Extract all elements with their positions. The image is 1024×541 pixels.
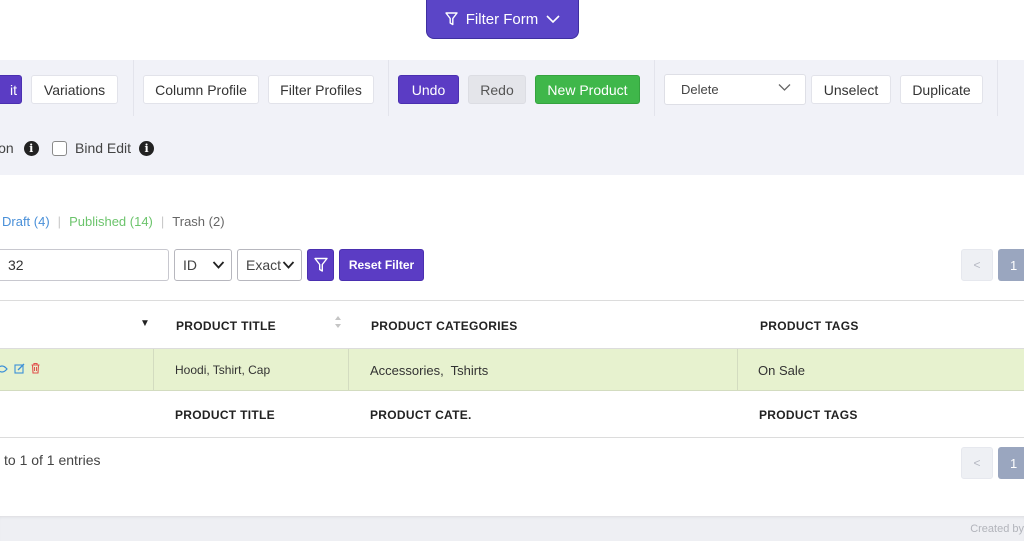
bulk-action-select[interactable]: Delete [664,74,806,105]
pagination-prev-button[interactable]: < [961,447,993,479]
variations-button-label: Variations [43,81,106,98]
cell-divider [737,349,738,391]
sort-icon[interactable] [334,315,342,329]
toolbar-divider [654,60,655,116]
toolbar-divider [133,60,134,116]
pagination-prev-button[interactable]: < [961,249,993,281]
apply-filter-button[interactable] [307,249,334,281]
header-product-title[interactable]: PRODUCT TITLE [176,319,276,333]
view-icon[interactable] [0,364,8,374]
toolbar: it Variations Column Profile Filter Prof… [0,60,1024,175]
filter-icon [313,257,328,272]
variations-button[interactable]: Variations [31,75,118,104]
pagination-page-1[interactable]: 1 [998,249,1024,281]
chevron-down-icon [282,261,295,269]
pagination-page-1[interactable]: 1 [998,447,1024,479]
status-link-trash[interactable]: Trash (2) [172,214,224,229]
status-separator: | [160,213,165,229]
option-partial: ion i [0,138,39,158]
page-footer: Created by [0,516,1024,541]
chevron-down-icon [546,14,560,23]
created-by-text: Created by [970,523,1024,535]
footer-product-tags: PRODUCT TAGS [759,408,858,422]
pagination-page-label: 1 [1010,455,1018,471]
filter-profiles-label: Filter Profiles [280,81,362,98]
status-link-published[interactable]: Published (14) [69,214,153,229]
header-product-categories[interactable]: PRODUCT CATEGORIES [371,319,518,333]
search-input[interactable] [0,249,169,281]
cell-product-categories[interactable]: Accessories, Tshirts [370,363,488,378]
bind-edit-label: Bind Edit [75,140,132,156]
redo-label: Redo [480,81,514,98]
bind-edit-checkbox[interactable] [52,140,67,156]
status-filter-links: Draft (4) | Published (14) | Trash (2) [0,212,225,230]
bulk-action-selected-value: Delete [681,82,719,97]
table-footer-row: PRODUCT TITLE PRODUCT CATE. PRODUCT TAGS [0,391,1024,438]
filter-field-value: ID [183,257,197,273]
cell-product-tags[interactable]: On Sale [758,363,805,378]
undo-label: Undo [411,81,446,98]
undo-button[interactable]: Undo [398,75,459,104]
unselect-label: Unselect [823,81,879,98]
filter-icon [445,12,458,26]
column-menu-icon[interactable]: ▼ [140,318,150,329]
cell-product-title[interactable]: Hoodi, Tshirt, Cap [175,363,270,377]
redo-button[interactable]: Redo [468,75,526,104]
top-strip: Filter Form [0,0,1024,60]
reset-filter-label: Reset Filter [348,258,415,272]
chevron-down-icon [778,84,791,91]
filter-match-value: Exact [246,257,282,273]
option-partial-label: ion [0,140,14,156]
pagination-prev-label: < [973,456,981,470]
info-icon[interactable]: i [139,140,155,156]
filter-field-select[interactable]: ID [174,249,232,281]
edit-button-label: it [10,81,17,98]
reset-filter-button[interactable]: Reset Filter [339,249,424,281]
filter-profiles-button[interactable]: Filter Profiles [268,75,374,104]
table-header-row: ▼ PRODUCT TITLE PRODUCT CATEGORIES PRODU… [0,300,1024,349]
cell-divider [348,349,349,391]
footer-product-title: PRODUCT TITLE [175,408,275,422]
pagination-prev-label: < [973,258,981,272]
duplicate-button[interactable]: Duplicate [900,75,983,104]
column-profile-button[interactable]: Column Profile [143,75,259,104]
entries-info: to 1 of 1 entries [4,452,101,468]
pagination-page-label: 1 [1010,257,1018,273]
unselect-button[interactable]: Unselect [811,75,891,104]
toolbar-divider [997,60,998,116]
cell-divider [153,349,154,391]
edit-button[interactable]: it [0,75,22,104]
status-separator: | [57,213,62,229]
column-profile-label: Column Profile [155,81,247,98]
duplicate-label: Duplicate [912,81,971,98]
new-product-button[interactable]: New Product [535,75,640,104]
chevron-down-icon [212,261,225,269]
status-link-draft[interactable]: Draft (4) [2,214,50,229]
toolbar-divider [388,60,389,116]
header-product-tags[interactable]: PRODUCT TAGS [760,319,859,333]
new-product-label: New Product [547,81,628,98]
table-row[interactable]: Hoodi, Tshirt, Cap Accessories, Tshirts … [0,349,1024,391]
bind-edit-option: Bind Edit i [52,138,155,158]
filter-match-select[interactable]: Exact [237,249,302,281]
footer-product-categories: PRODUCT CATE. [370,408,472,422]
info-icon[interactable]: i [23,140,39,156]
edit-icon[interactable] [14,363,25,374]
filter-form-label: Filter Form [465,10,539,28]
trash-icon[interactable] [30,362,41,374]
filter-form-toggle-button[interactable]: Filter Form [426,0,579,39]
